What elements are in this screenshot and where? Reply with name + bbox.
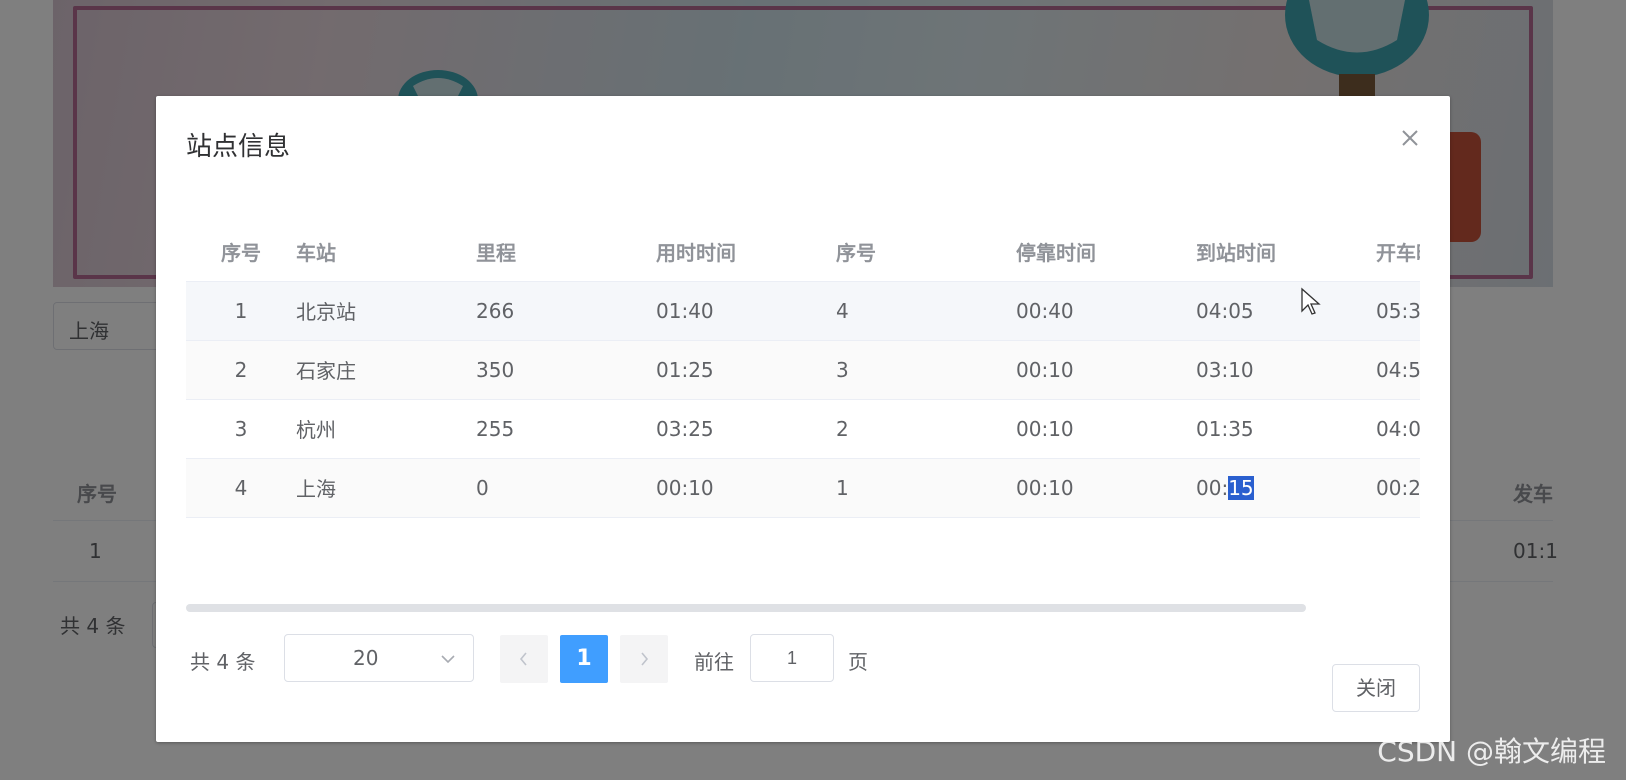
page-size-value: 20 xyxy=(353,646,379,670)
watermark: CSDN @翰文编程 xyxy=(1377,735,1606,768)
table-cell: 03:10 xyxy=(1196,340,1376,400)
table-cell: 00:10 xyxy=(1016,399,1196,459)
table-cell: 01:35 xyxy=(1196,399,1376,459)
table-cell: 350 xyxy=(476,340,656,400)
table-cell: 04:55 xyxy=(1376,340,1420,400)
column-header-mileage: 里程 xyxy=(476,222,656,282)
table-cell: 00:40 xyxy=(1016,281,1196,341)
table-cell: 266 xyxy=(476,281,656,341)
column-header-station: 车站 xyxy=(296,222,476,282)
table-cell-selected: 00:15 xyxy=(1196,458,1376,518)
table-cell: 3 xyxy=(186,399,296,459)
table-row[interactable]: 4 上海 0 00:10 1 00:10 00:15 00:20 xyxy=(186,458,1420,518)
table-row[interactable]: 2 石家庄 350 01:25 3 00:10 03:10 04:55 xyxy=(186,340,1420,400)
table-cell: 03:25 xyxy=(656,399,836,459)
table-row[interactable]: 3 杭州 255 03:25 2 00:10 01:35 04:05 xyxy=(186,399,1420,459)
horizontal-scrollbar[interactable] xyxy=(186,604,1306,612)
table-cell: 3 xyxy=(836,340,1016,400)
column-header-duration: 用时时间 xyxy=(656,222,836,282)
close-button[interactable]: 关闭 xyxy=(1332,664,1420,712)
table-header-row: 序号 车站 里程 用时时间 序号 停靠时间 到站时间 开车时间 xyxy=(186,222,1420,282)
table-cell: 04:05 xyxy=(1196,281,1376,341)
column-header-stop-time: 停靠时间 xyxy=(1016,222,1196,282)
column-header-arrival-time: 到站时间 xyxy=(1196,222,1376,282)
table-cell: 00:10 xyxy=(656,458,836,518)
page-number-current[interactable]: 1 xyxy=(560,635,608,683)
table-cell: 04:05 xyxy=(1376,399,1420,459)
table-cell: 2 xyxy=(186,340,296,400)
goto-page-input[interactable] xyxy=(750,634,834,682)
pagination-total: 共 4 条 xyxy=(190,650,256,674)
goto-label: 前往 xyxy=(694,650,734,674)
table-cell: 00:10 xyxy=(1016,340,1196,400)
chevron-down-icon xyxy=(439,649,457,673)
table-cell: 1 xyxy=(186,281,296,341)
table-cell: 上海 xyxy=(296,458,476,518)
table-cell: 北京站 xyxy=(296,281,476,341)
mouse-cursor-icon xyxy=(1300,287,1322,321)
dialog-title: 站点信息 xyxy=(186,132,291,162)
table-cell: 石家庄 xyxy=(296,340,476,400)
table-cell: 00:10 xyxy=(1016,458,1196,518)
station-table: 序号 车站 里程 用时时间 序号 停靠时间 到站时间 开车时间 1 北京站 26… xyxy=(186,222,1420,518)
selected-text: 15 xyxy=(1228,475,1254,500)
column-header-order: 序号 xyxy=(836,222,1016,282)
prev-page-button[interactable] xyxy=(500,635,548,683)
table-cell: 00:20 xyxy=(1376,458,1420,518)
page-suffix-label: 页 xyxy=(848,650,868,674)
table-cell: 0 xyxy=(476,458,656,518)
column-header-departure-time: 开车时间 xyxy=(1376,222,1420,282)
table-cell: 01:25 xyxy=(656,340,836,400)
table-row[interactable]: 1 北京站 266 01:40 4 00:40 04:05 05:30 xyxy=(186,281,1420,341)
table-cell: 255 xyxy=(476,399,656,459)
table-cell: 4 xyxy=(836,281,1016,341)
page-size-select[interactable]: 20 xyxy=(284,634,474,682)
column-header-index: 序号 xyxy=(186,222,296,282)
next-page-button[interactable] xyxy=(620,635,668,683)
table-cell: 1 xyxy=(836,458,1016,518)
close-icon[interactable] xyxy=(1398,126,1422,150)
table-cell: 2 xyxy=(836,399,1016,459)
table-cell: 01:40 xyxy=(656,281,836,341)
table-cell: 4 xyxy=(186,458,296,518)
station-info-dialog: 站点信息 序号 车站 里程 用时时间 序号 停靠时间 到站时间 开车时间 xyxy=(156,96,1450,742)
table-cell: 杭州 xyxy=(296,399,476,459)
table-cell: 05:30 xyxy=(1376,281,1420,341)
station-table-container[interactable]: 序号 车站 里程 用时时间 序号 停靠时间 到站时间 开车时间 1 北京站 26… xyxy=(186,222,1420,616)
